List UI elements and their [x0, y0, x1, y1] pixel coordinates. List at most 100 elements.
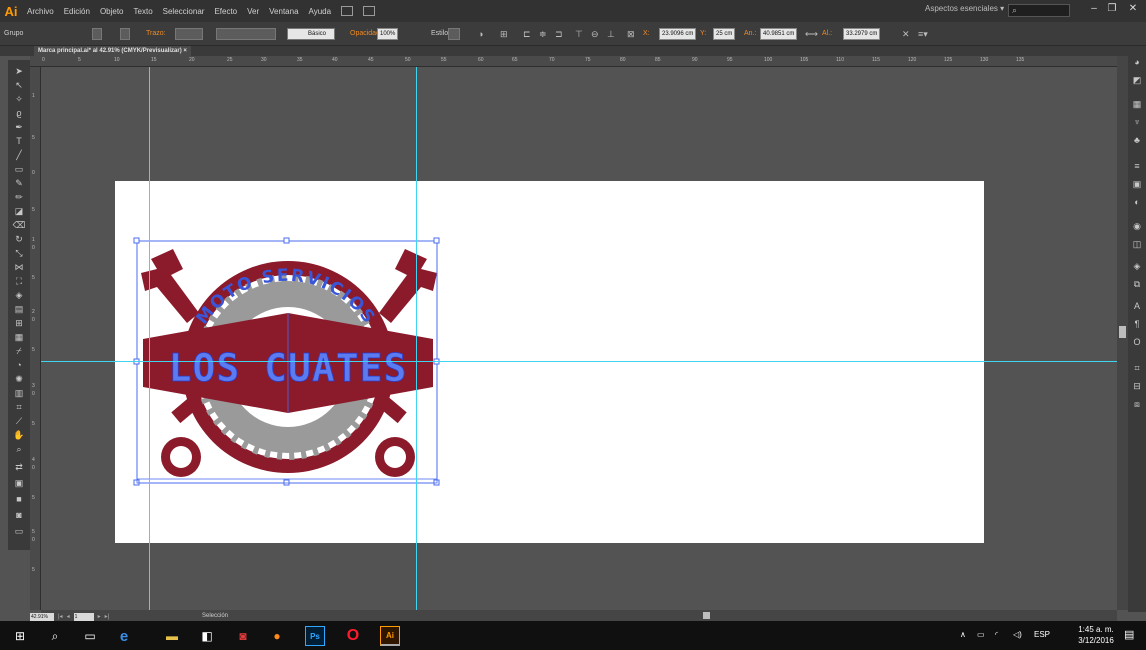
vertical-ruler[interactable]: 1 5 0 5 1 0 5 2 0 5 3 0 5 4 0 5 5 0 5: [30, 67, 41, 610]
bridge-icon[interactable]: [341, 6, 354, 16]
y-field[interactable]: 25 cm: [713, 28, 736, 40]
shaper-tool-icon[interactable]: ◪: [10, 204, 28, 218]
logo-artwork[interactable]: MOTO SERVICIOS LOS CUATES: [131, 235, 447, 489]
pen-tool-icon[interactable]: ✒: [10, 120, 28, 134]
action-center-icon[interactable]: ▤: [1124, 628, 1134, 641]
firefox-icon[interactable]: ●: [267, 626, 287, 646]
volume-icon[interactable]: ◁): [1013, 630, 1022, 639]
scale-tool-icon[interactable]: ⤡: [10, 246, 28, 260]
artboards-panel-icon[interactable]: ⧉: [1131, 278, 1143, 290]
illustrator-taskbar-icon[interactable]: Ai: [380, 626, 400, 646]
recolor-icon[interactable]: ◑: [478, 28, 483, 40]
menu-edicion[interactable]: Edición: [59, 7, 95, 16]
opacity-field[interactable]: 100%: [377, 28, 399, 40]
menu-objeto[interactable]: Objeto: [95, 7, 129, 16]
artboard-tool-icon[interactable]: ⌗: [10, 400, 28, 414]
previous-artboard-icon[interactable]: ◂: [67, 613, 70, 620]
first-artboard-icon[interactable]: |◂: [58, 613, 63, 620]
shape-builder-tool-icon[interactable]: ◈: [10, 288, 28, 302]
gradient-tool-icon[interactable]: ▦: [10, 330, 28, 344]
wifi-icon[interactable]: ◜: [995, 630, 998, 639]
workspace-switcher[interactable]: Aspectos esenciales ▾: [925, 4, 1004, 13]
appearance-panel-icon[interactable]: ◉: [1131, 220, 1143, 232]
stroke-weight-field[interactable]: [175, 28, 203, 40]
store-icon[interactable]: ◧: [197, 626, 217, 646]
graphic-styles-panel-icon[interactable]: ◫: [1131, 238, 1143, 250]
artboard-number-field[interactable]: 1: [73, 612, 94, 621]
language-indicator[interactable]: ESP: [1034, 630, 1050, 639]
column-graph-tool-icon[interactable]: ▥: [10, 386, 28, 400]
file-explorer-icon[interactable]: ▬: [162, 626, 182, 646]
gradient-panel-icon[interactable]: ▣: [1131, 178, 1143, 190]
draw-mode-icon[interactable]: ◙: [10, 508, 28, 522]
screen-mode-icon[interactable]: ▭: [10, 524, 28, 538]
brush-definition[interactable]: Básico: [287, 28, 335, 40]
restore-icon[interactable]: ❐: [1103, 3, 1121, 17]
align-center-icon[interactable]: ≑: [539, 28, 547, 40]
graphic-style-picker[interactable]: [448, 28, 460, 40]
transform-panel-icon[interactable]: ⌗: [1131, 362, 1143, 374]
menu-archivo[interactable]: Archivo: [22, 7, 59, 16]
stroke-panel-icon[interactable]: ≡: [1131, 160, 1143, 172]
menu-seleccionar[interactable]: Seleccionar: [158, 7, 210, 16]
mesh-tool-icon[interactable]: ⊞: [10, 316, 28, 330]
line-tool-icon[interactable]: ╱: [10, 148, 28, 162]
menu-texto[interactable]: Texto: [129, 7, 158, 16]
tab-close-icon[interactable]: ×: [183, 48, 187, 54]
help-search-input[interactable]: ⌕: [1008, 4, 1070, 17]
pathfinder-panel-icon[interactable]: ⧈: [1131, 398, 1143, 410]
next-artboard-icon[interactable]: ▸: [98, 613, 101, 620]
zoom-level-field[interactable]: 42.91%: [30, 612, 54, 621]
paragraph-panel-icon[interactable]: ¶: [1131, 318, 1143, 330]
menu-efecto[interactable]: Efecto: [209, 7, 242, 16]
transform-icon[interactable]: ⊠: [627, 28, 635, 40]
show-hidden-icons-icon[interactable]: ∧: [960, 630, 966, 639]
pencil-tool-icon[interactable]: ✏: [10, 190, 28, 204]
last-artboard-icon[interactable]: ▸|: [105, 613, 110, 620]
color-mode-icon[interactable]: ■: [10, 492, 28, 506]
align-right-icon[interactable]: ⊐: [555, 28, 563, 40]
type-tool-icon[interactable]: T: [10, 134, 28, 148]
color-guide-panel-icon[interactable]: ◩: [1131, 74, 1143, 86]
x-field[interactable]: 23.9096 cm: [659, 28, 697, 40]
canvas[interactable]: MOTO SERVICIOS LOS CUATES: [41, 67, 1117, 610]
guide-vertical[interactable]: [416, 67, 417, 610]
fill-stroke-swatches-icon[interactable]: ▣: [10, 476, 28, 490]
photoshop-icon[interactable]: Ps: [305, 626, 325, 646]
horizontal-scroll-thumb[interactable]: [703, 612, 710, 619]
layers-panel-icon[interactable]: ◈: [1131, 260, 1143, 272]
panel-menu-icon[interactable]: ≡▾: [918, 28, 928, 40]
symbols-panel-icon[interactable]: ♣: [1131, 134, 1143, 146]
color-panel-icon[interactable]: ◕: [1131, 56, 1143, 68]
menu-ver[interactable]: Ver: [242, 7, 264, 16]
magic-wand-tool-icon[interactable]: ✧: [10, 92, 28, 106]
paintbrush-tool-icon[interactable]: ✎: [10, 176, 28, 190]
align-bottom-icon[interactable]: ⊥: [607, 28, 615, 40]
hand-tool-icon[interactable]: ✋: [10, 428, 28, 442]
align-options-icon[interactable]: ⊞: [500, 28, 508, 40]
transparency-panel-icon[interactable]: ◐: [1131, 196, 1143, 208]
app-red-icon[interactable]: ◙: [233, 626, 253, 646]
height-field[interactable]: 33.2979 cm: [843, 28, 881, 40]
close-icon[interactable]: ✕: [1124, 3, 1142, 17]
vertical-scrollbar[interactable]: [1117, 56, 1128, 610]
width-field[interactable]: 40.9851 cm: [760, 28, 798, 40]
symbol-sprayer-tool-icon[interactable]: ✺: [10, 372, 28, 386]
fill-swatch[interactable]: [92, 28, 102, 40]
width-tool-icon[interactable]: ⋈: [10, 260, 28, 274]
eraser-tool-icon[interactable]: ⌫: [10, 218, 28, 232]
menu-ayuda[interactable]: Ayuda: [304, 7, 337, 16]
stroke-label[interactable]: Trazo:: [146, 28, 166, 40]
document-tab[interactable]: Marca principal.ai* al 42.91% (CMYK/Prev…: [34, 46, 191, 56]
rectangle-tool-icon[interactable]: ▭: [10, 162, 28, 176]
minimize-icon[interactable]: –: [1085, 3, 1103, 17]
task-view-icon[interactable]: ▭: [80, 626, 100, 646]
zoom-tool-icon[interactable]: ⌕: [10, 442, 28, 456]
opera-icon[interactable]: O: [343, 626, 363, 646]
align-top-icon[interactable]: ⊤: [575, 28, 583, 40]
guide-horizontal[interactable]: [41, 361, 1117, 362]
status-text[interactable]: Selección: [202, 612, 228, 621]
opentype-panel-icon[interactable]: O: [1131, 336, 1143, 348]
blend-tool-icon[interactable]: ◔: [10, 358, 28, 372]
perspective-grid-tool-icon[interactable]: ▤: [10, 302, 28, 316]
